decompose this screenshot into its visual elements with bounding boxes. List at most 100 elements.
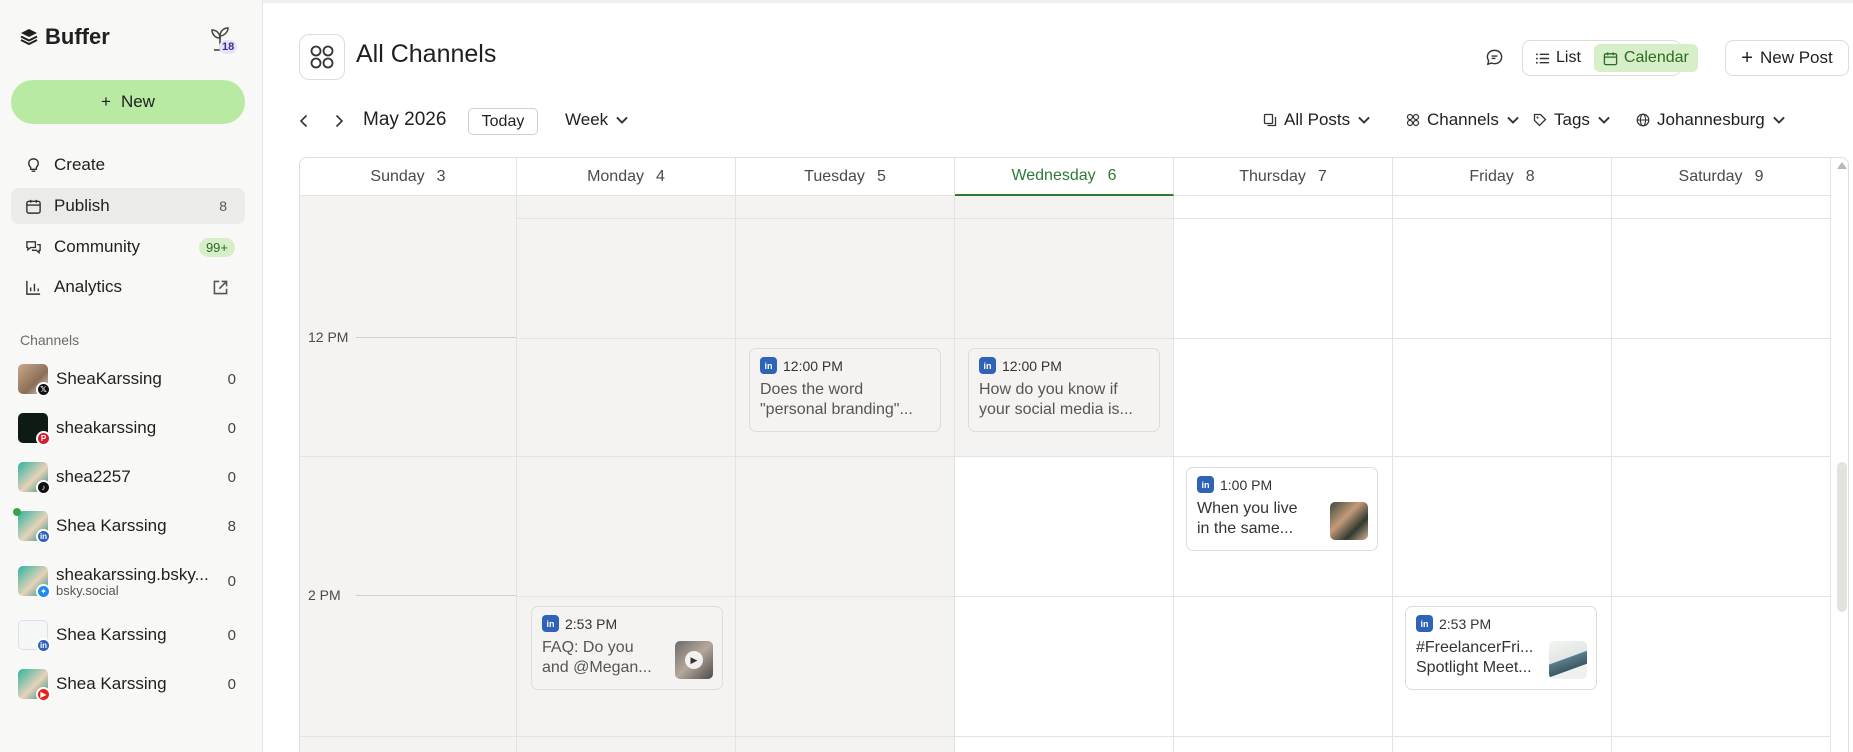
community-count-badge: 99+: [198, 237, 235, 257]
online-dot: [13, 508, 21, 516]
today-button[interactable]: Today: [468, 108, 538, 135]
channel-item-linkedin[interactable]: in Shea Karssing 8: [13, 508, 248, 544]
post-thumbnail: [1330, 502, 1368, 540]
pinterest-icon: P: [36, 431, 51, 446]
hour-line: [517, 218, 1831, 219]
scheduled-post[interactable]: in 2:53 PM FAQ: Do you and @Megan... ▶: [531, 606, 723, 690]
day-header-saturday: Saturday 9: [1612, 158, 1831, 196]
linkedin-icon: in: [760, 357, 777, 374]
chat-icon: [26, 240, 41, 254]
calendar-view-button[interactable]: Calendar: [1593, 44, 1698, 72]
buffer-logo[interactable]: Buffer: [19, 24, 110, 50]
chevron-down-icon: [616, 116, 628, 124]
post-time: 2:53 PM: [1439, 615, 1492, 632]
day-number: 8: [1525, 167, 1535, 185]
day-column-saturday[interactable]: [1612, 196, 1831, 752]
post-preview: #FreelancerFri... Spotlight Meet...: [1416, 638, 1544, 678]
nav-label: Publish: [54, 196, 110, 215]
day-column-wednesday[interactable]: [955, 196, 1174, 752]
hour-line: [300, 456, 1831, 457]
all-channels-icon: [299, 34, 345, 80]
day-name: Monday: [587, 167, 644, 185]
tags-filter-dropdown[interactable]: Tags: [1533, 110, 1611, 130]
channel-item-x[interactable]: 𝕏 SheaKarssing 0: [18, 362, 248, 397]
post-text-line: FAQ: Do you: [542, 639, 634, 656]
channels-filter-dropdown[interactable]: Channels: [1406, 110, 1520, 130]
range-dropdown[interactable]: Week: [565, 110, 629, 130]
day-number: 9: [1754, 167, 1764, 185]
day-header-thursday: Thursday 7: [1174, 158, 1393, 196]
scheduled-post[interactable]: in 12:00 PM Does the word "personal brand…: [749, 348, 941, 432]
day-column-tuesday[interactable]: [736, 196, 955, 752]
hour-line: [300, 736, 1831, 737]
channel-item-bluesky[interactable]: ✦ sheakarssing.bsky... bsky.social 0: [18, 564, 248, 599]
calendar-view-label: Calendar: [1623, 49, 1689, 66]
channel-name: Shea Karssing: [56, 625, 167, 644]
nav-item-create[interactable]: Create: [11, 147, 245, 183]
new-button[interactable]: + New: [11, 80, 245, 124]
linkedin-icon: in: [979, 357, 996, 374]
post-time: 1:00 PM: [1220, 476, 1273, 493]
posts-filter-dropdown[interactable]: All Posts: [1263, 110, 1371, 130]
list-icon: [1535, 52, 1550, 64]
tiktok-icon: ♪: [36, 480, 51, 495]
calendar-scrollbar[interactable]: [1837, 462, 1847, 612]
time-label-2pm: 2 PM: [308, 587, 341, 603]
page-title: All Channels: [356, 40, 497, 68]
post-time: 2:53 PM: [565, 615, 618, 632]
channel-count: 0: [227, 468, 236, 486]
avatar: in: [18, 620, 51, 653]
previous-week-button[interactable]: [293, 110, 315, 132]
new-post-button[interactable]: + New Post: [1725, 40, 1849, 76]
channel-item-tiktok[interactable]: ♪ shea2257 0: [18, 460, 248, 495]
timezone-label: Johannesburg: [1657, 110, 1765, 129]
view-toggle: List Calendar: [1522, 40, 1698, 76]
channel-count: 8: [227, 517, 236, 535]
grid-circles-icon: [1406, 113, 1420, 127]
new-button-label: New: [120, 92, 155, 111]
scroll-up-arrow-icon[interactable]: [1837, 162, 1847, 169]
hour-line: [517, 596, 1831, 597]
calendar-icon: [1603, 51, 1618, 65]
channel-item-youtube[interactable]: ▶ Shea Karssing 0: [18, 667, 248, 702]
channel-item-pinterest[interactable]: P sheakarssing 0: [18, 411, 248, 446]
scheduled-post[interactable]: in 2:53 PM #FreelancerFri... Spotlight Me…: [1405, 606, 1597, 690]
post-text-line: How do you know if: [979, 381, 1118, 398]
comment-icon[interactable]: [1485, 48, 1504, 67]
plus-icon: +: [101, 92, 111, 111]
post-text-line: #FreelancerFri...: [1416, 639, 1534, 656]
plant-count-badge: 18: [219, 40, 238, 54]
video-thumbnail: ▶: [675, 641, 713, 679]
next-week-button[interactable]: [328, 110, 350, 132]
post-text-line: and @Megan...: [542, 659, 652, 676]
day-column-sunday[interactable]: [300, 196, 517, 752]
buffer-logo-icon: [20, 29, 38, 46]
nav-item-community[interactable]: Community 99+: [11, 229, 245, 265]
list-view-label: List: [1556, 49, 1581, 66]
bar-chart-icon: [26, 280, 41, 295]
timezone-dropdown[interactable]: Johannesburg: [1636, 110, 1786, 130]
day-name: Wednesday: [1011, 167, 1096, 184]
day-number: 3: [436, 167, 446, 185]
scheduled-post[interactable]: in 1:00 PM When you live in the same...: [1186, 467, 1378, 551]
chevron-down-icon: [1507, 116, 1519, 124]
day-name: Friday: [1469, 167, 1514, 185]
post-preview: FAQ: Do you and @Megan...: [542, 638, 670, 678]
day-header-sunday: Sunday 3: [300, 158, 517, 196]
chevron-left-icon: [299, 114, 308, 128]
day-name: Tuesday: [804, 167, 865, 185]
nav-item-publish[interactable]: Publish 8: [11, 188, 245, 224]
channel-item-linkedin-page[interactable]: in Shea Karssing 0: [18, 618, 248, 653]
list-view-button[interactable]: List: [1526, 44, 1590, 72]
sidebar: Buffer 18 + New Create Publish 8 Communi…: [0, 0, 263, 752]
post-text-line: in the same...: [1197, 520, 1294, 537]
nav-item-analytics[interactable]: Analytics: [11, 269, 245, 305]
hour-line: [517, 338, 1831, 339]
chevron-right-icon: [335, 114, 344, 128]
play-icon: ▶: [685, 651, 703, 669]
avatar: ✦: [18, 566, 51, 599]
scheduled-post[interactable]: in 12:00 PM How do you know if your socia…: [968, 348, 1160, 432]
youtube-icon: ▶: [36, 687, 51, 702]
channel-count: 0: [227, 626, 236, 644]
day-header-friday: Friday 8: [1393, 158, 1612, 196]
